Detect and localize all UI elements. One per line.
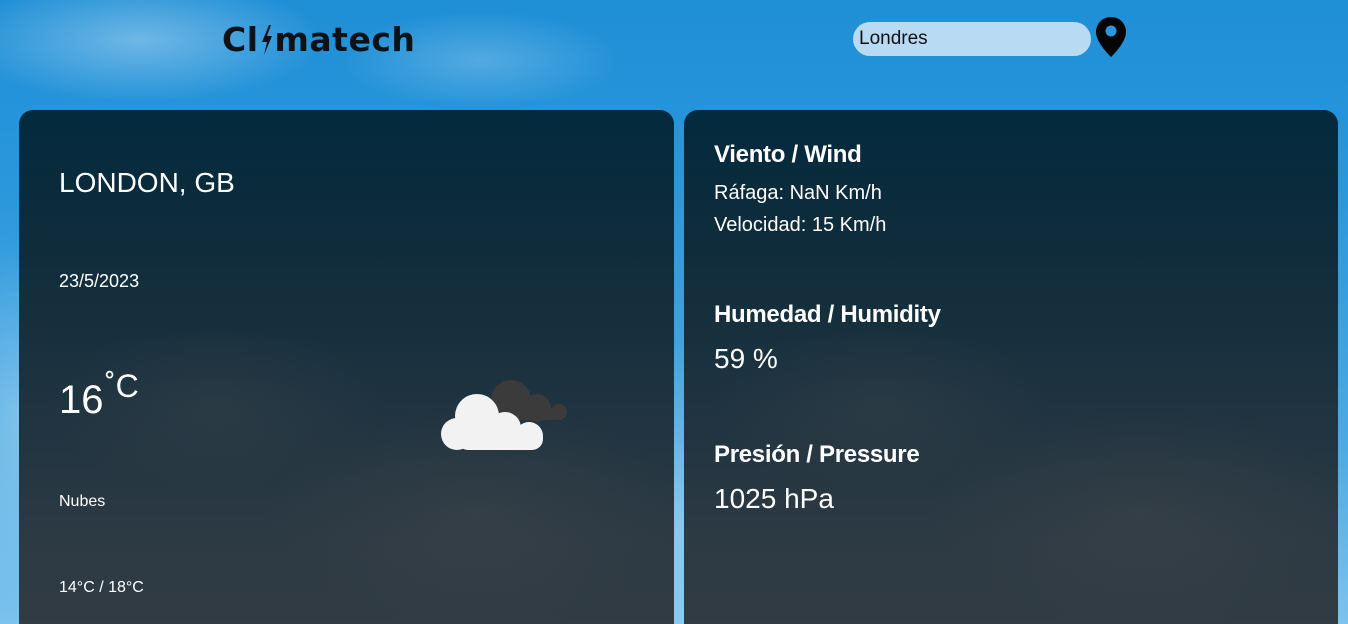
logo-text-end: matech	[274, 20, 416, 59]
city-name: LONDON, GB	[59, 167, 235, 198]
wind-gust: Ráfaga: NaN Km/h	[714, 182, 882, 204]
current-temperature: 16	[59, 378, 104, 422]
wind-speed: Velocidad: 15 Km/h	[714, 214, 887, 236]
cloud-icon	[441, 380, 567, 450]
humidity-title: Humedad / Humidity	[714, 301, 941, 328]
pressure-value: 1025 hPa	[714, 483, 834, 514]
temperature-unit: ˚C	[105, 368, 139, 404]
wind-title: Viento / Wind	[714, 141, 862, 168]
current-date: 23/5/2023	[59, 271, 140, 291]
temperature-range: 14°C / 18°C	[59, 579, 144, 596]
lightning-bolt-icon	[261, 25, 272, 55]
current-weather-card: LONDON, GB 23/5/2023 16 ˚C Nubes 14°C / …	[19, 110, 674, 624]
logo-text-start: Cl	[222, 20, 259, 59]
city-search-input[interactable]	[853, 22, 1091, 56]
humidity-value: 59 %	[714, 343, 778, 374]
weather-description: Nubes	[59, 493, 106, 510]
weather-details-card: Viento / Wind Ráfaga: NaN Km/h Velocidad…	[684, 110, 1338, 624]
app-logo: Cl matech	[222, 20, 415, 60]
pressure-title: Presión / Pressure	[714, 441, 920, 468]
map-pin-icon[interactable]	[1094, 16, 1128, 58]
